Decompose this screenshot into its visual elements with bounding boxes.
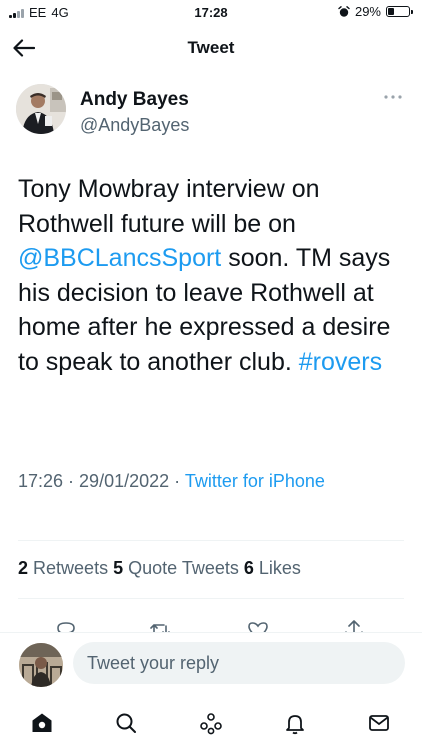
header: Tweet [0, 26, 422, 70]
page-title: Tweet [187, 38, 235, 57]
likes-label: Likes [258, 558, 301, 578]
status-right: 29% [338, 4, 413, 19]
meta-separator: · [169, 471, 185, 491]
tweet-time: 17:26 [18, 471, 64, 491]
tweet-text-part1: Tony Mowbray interview on Rothwell futur… [18, 175, 320, 238]
author-handle[interactable]: @AndyBayes [80, 115, 189, 136]
likes-count: 6 [243, 558, 254, 578]
more-horizontal-icon [384, 95, 402, 99]
notifications-icon [286, 715, 304, 735]
messages-icon [369, 715, 389, 731]
tab-search[interactable] [111, 708, 141, 738]
retweet-button[interactable] [146, 618, 174, 632]
battery-percent: 29% [354, 4, 381, 19]
tab-messages[interactable] [364, 708, 394, 738]
tweet-stats: 2 Retweets 5 Quote Tweets 6 Likes [18, 558, 408, 579]
reply-input[interactable]: Tweet your reply [73, 642, 405, 684]
tweet-date: 29/01/2022 [79, 471, 170, 491]
share-icon [345, 620, 363, 632]
retweet-icon [150, 624, 170, 632]
home-icon [32, 713, 52, 732]
user-avatar[interactable] [19, 643, 63, 687]
quote-tweets-count: 5 [113, 558, 124, 578]
meta-separator: · [63, 471, 80, 491]
search-icon [116, 713, 136, 733]
retweets-stat[interactable]: 2 Retweets [18, 558, 108, 578]
more-options-button[interactable] [380, 90, 406, 104]
likes-stat[interactable]: 6 Likes [244, 558, 301, 578]
reply-icon [57, 622, 75, 632]
user-avatar-image [19, 643, 63, 687]
divider [18, 540, 404, 541]
author-avatar[interactable] [16, 84, 66, 134]
like-button[interactable] [244, 618, 272, 632]
tab-notifications[interactable] [280, 708, 310, 738]
retweets-label: Retweets [33, 558, 109, 578]
tab-bar [0, 696, 422, 750]
reply-bar: Tweet your reply [0, 632, 422, 696]
author-name[interactable]: Andy Bayes [80, 89, 189, 111]
alarm-icon [338, 5, 350, 17]
reply-button[interactable] [52, 618, 80, 632]
battery-icon [386, 6, 413, 17]
tab-home[interactable] [27, 708, 57, 738]
quote-tweets-stat[interactable]: 5 Quote Tweets [113, 558, 239, 578]
tweet-source-link[interactable]: Twitter for iPhone [185, 471, 325, 491]
retweets-count: 2 [18, 558, 29, 578]
spaces-icon [200, 713, 222, 735]
hashtag-link[interactable]: #rovers [299, 348, 382, 376]
tweet-meta: 17:26 · 29/01/2022 · Twitter for iPhone [18, 467, 398, 496]
mention-link[interactable]: @BBCLancsSport [18, 244, 221, 272]
tweet-author: Andy Bayes @AndyBayes [16, 84, 406, 140]
avatar-image [16, 84, 66, 134]
quote-tweets-label: Quote Tweets [128, 558, 239, 578]
status-bar: EE 4G 17:28 29% [0, 0, 422, 26]
tweet-text: Tony Mowbray interview on Rothwell futur… [18, 172, 408, 379]
like-icon [248, 622, 268, 632]
divider [18, 598, 404, 599]
battery-fill [388, 8, 394, 15]
tab-spaces[interactable] [196, 708, 226, 738]
share-button[interactable] [340, 618, 368, 632]
tweet-actions [0, 614, 422, 632]
